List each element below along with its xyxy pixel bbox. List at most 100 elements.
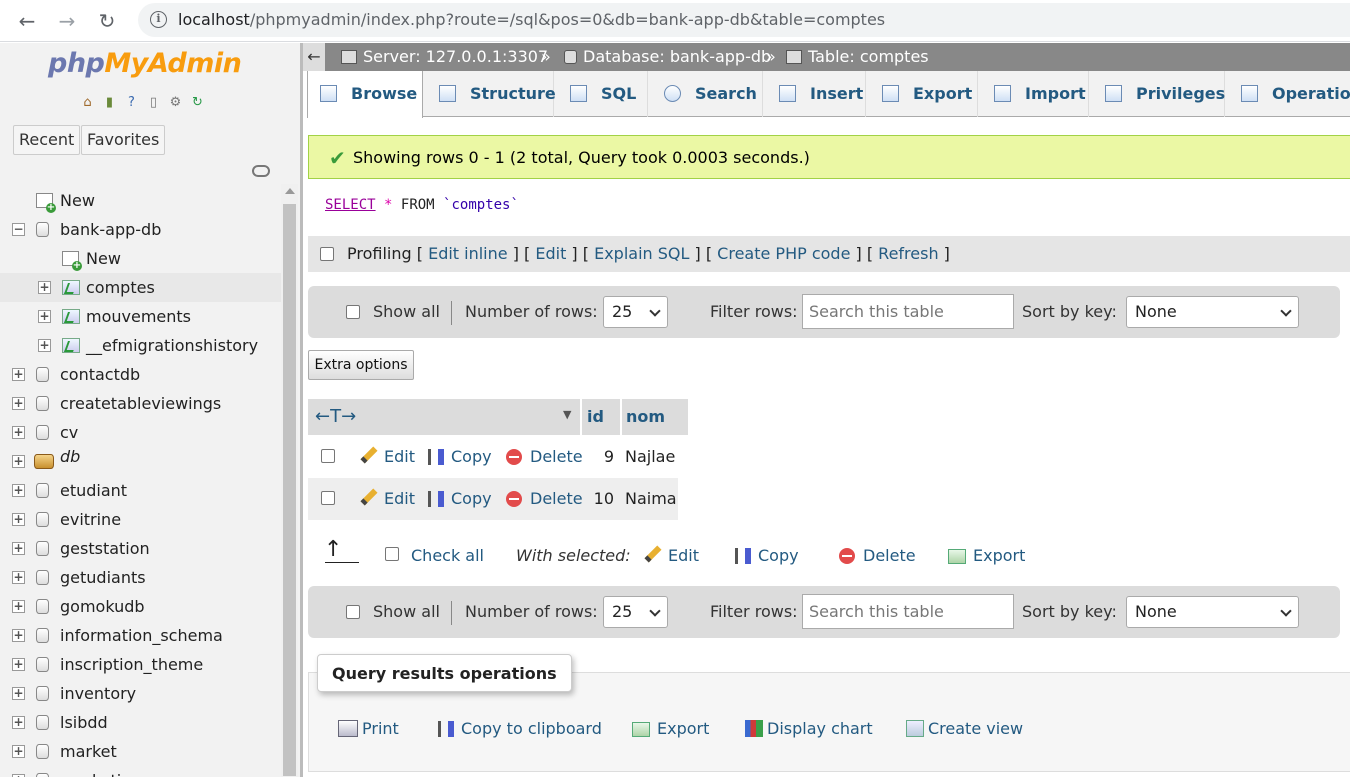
- check-all-label[interactable]: Check all: [411, 536, 484, 576]
- breadcrumb-table[interactable]: Table: comptes: [786, 43, 929, 71]
- expand-icon[interactable]: +: [12, 571, 25, 584]
- tree-item-cv[interactable]: + cv: [0, 418, 282, 447]
- tab-insert[interactable]: Insert: [763, 71, 866, 117]
- tab-sql[interactable]: SQL: [554, 71, 648, 117]
- cell-nom[interactable]: Naima: [625, 478, 677, 520]
- expand-icon[interactable]: +: [38, 310, 51, 323]
- tab-import[interactable]: Import: [978, 71, 1089, 117]
- documentation-icon[interactable]: ▯: [144, 93, 163, 112]
- tree-item-new[interactable]: New: [0, 186, 282, 215]
- tree-item-lsibdd[interactable]: + lsibdd: [0, 708, 282, 737]
- tree-item-contactdb[interactable]: + contactdb: [0, 360, 282, 389]
- check-all-checkbox[interactable]: [385, 547, 399, 561]
- tree-item-getudiants[interactable]: + getudiants: [0, 563, 282, 592]
- expand-icon[interactable]: +: [12, 426, 25, 439]
- number-of-rows-select[interactable]: 25: [603, 296, 668, 328]
- scroll-up-arrow-icon[interactable]: [285, 188, 295, 194]
- tree-item-db[interactable]: + db: [0, 447, 282, 476]
- number-of-rows-select[interactable]: 25: [603, 596, 668, 628]
- row-delete-button[interactable]: Delete: [506, 436, 583, 478]
- url-text[interactable]: localhost/phpmyadmin/index.php?route=/sq…: [178, 10, 885, 29]
- show-all-label[interactable]: Show all: [373, 286, 440, 338]
- row-delete-button[interactable]: Delete: [506, 478, 583, 520]
- tab-operations[interactable]: Operation: [1225, 71, 1350, 117]
- tab-search[interactable]: Search: [648, 71, 763, 117]
- show-all-checkbox[interactable]: [346, 305, 360, 319]
- panel-splitter[interactable]: [300, 43, 303, 777]
- filter-rows-input[interactable]: Search this table: [802, 294, 1014, 329]
- expand-icon[interactable]: +: [38, 339, 51, 352]
- print-button[interactable]: Print: [338, 716, 399, 742]
- home-icon[interactable]: ⌂: [78, 93, 97, 112]
- bulk-delete-button[interactable]: Delete: [839, 536, 916, 576]
- expand-icon[interactable]: +: [12, 745, 25, 758]
- expand-icon[interactable]: +: [38, 281, 51, 294]
- expand-icon[interactable]: +: [12, 397, 25, 410]
- phpmyadmin-logo[interactable]: phpMyAdmin: [48, 48, 242, 79]
- tree-item-information-schema[interactable]: + information_schema: [0, 621, 282, 650]
- breadcrumb-database[interactable]: Database: bank-app-db: [564, 43, 771, 71]
- extra-options-button[interactable]: Extra options: [308, 350, 414, 380]
- settings-gear-icon[interactable]: ⚙: [166, 93, 185, 112]
- expand-icon[interactable]: +: [12, 716, 25, 729]
- tree-item-new[interactable]: New: [0, 244, 282, 273]
- edit-inline-link[interactable]: Edit inline: [428, 244, 508, 263]
- logout-icon[interactable]: ▮: [100, 93, 119, 112]
- sort-by-key-select[interactable]: None: [1126, 596, 1299, 628]
- column-arrows-header[interactable]: ←T→ ▼: [308, 399, 580, 435]
- navigation-scrollbar[interactable]: [281, 184, 298, 777]
- show-all-checkbox[interactable]: [346, 605, 360, 619]
- link-with-main-panel-icon[interactable]: [252, 165, 270, 177]
- expand-icon[interactable]: +: [12, 629, 25, 642]
- bulk-export-button[interactable]: Export: [948, 536, 1025, 576]
- tree-item-marketipa[interactable]: +marketipa: [0, 766, 282, 777]
- expand-icon[interactable]: +: [12, 600, 25, 613]
- sql-query-text[interactable]: SELECT * FROM `comptes`: [325, 197, 519, 213]
- tree-item-createtableviewings[interactable]: + createtableviewings: [0, 389, 282, 418]
- tree-item--efmigrationshistory[interactable]: + __efmigrationshistory: [0, 331, 282, 360]
- bulk-copy-button[interactable]: Copy: [735, 536, 799, 576]
- row-edit-button[interactable]: Edit: [360, 436, 415, 478]
- collapse-icon[interactable]: −: [12, 223, 25, 236]
- expand-icon[interactable]: +: [12, 455, 25, 468]
- copy-to-clipboard-button[interactable]: Copy to clipboard: [438, 716, 602, 742]
- site-info-icon[interactable]: i: [150, 11, 167, 28]
- scrollbar-thumb[interactable]: [283, 204, 296, 776]
- reload-icon[interactable]: ↻: [92, 6, 122, 36]
- cell-id[interactable]: 10: [594, 478, 614, 520]
- back-arrow-icon[interactable]: ←: [12, 6, 42, 36]
- recent-tab[interactable]: Recent: [13, 125, 81, 155]
- sort-by-key-select[interactable]: None: [1126, 296, 1299, 328]
- cell-nom[interactable]: Najlae: [625, 436, 675, 478]
- help-icon[interactable]: ?: [122, 93, 141, 112]
- row-edit-button[interactable]: Edit: [360, 478, 415, 520]
- tree-item-etudiant[interactable]: + etudiant: [0, 476, 282, 505]
- expand-icon[interactable]: +: [12, 687, 25, 700]
- cell-id[interactable]: 9: [604, 436, 614, 478]
- tree-item-bank-app-db[interactable]: − bank-app-db: [0, 215, 282, 244]
- row-copy-button[interactable]: Copy: [428, 436, 492, 478]
- tab-privileges[interactable]: Privileges: [1089, 71, 1225, 117]
- explain-sql-link[interactable]: Explain SQL: [594, 244, 689, 263]
- tab-structure[interactable]: Structure: [423, 71, 556, 117]
- collapse-panel-icon[interactable]: ←: [303, 43, 325, 71]
- expand-icon[interactable]: +: [12, 513, 25, 526]
- tree-item-inventory[interactable]: + inventory: [0, 679, 282, 708]
- reload-navigation-icon[interactable]: ↻: [188, 93, 207, 112]
- tree-item-gomokudb[interactable]: + gomokudb: [0, 592, 282, 621]
- row-checkbox[interactable]: [321, 491, 335, 505]
- forward-arrow-icon[interactable]: →: [52, 6, 82, 36]
- expand-icon[interactable]: +: [12, 368, 25, 381]
- edit-query-link[interactable]: Edit: [535, 244, 566, 263]
- row-copy-button[interactable]: Copy: [428, 478, 492, 520]
- tree-item-geststation[interactable]: + geststation: [0, 534, 282, 563]
- row-checkbox[interactable]: [321, 449, 335, 463]
- tab-export[interactable]: Export: [866, 71, 978, 117]
- tree-item-inscription-theme[interactable]: + inscription_theme: [0, 650, 282, 679]
- column-header-nom[interactable]: nom: [622, 399, 688, 435]
- tab-browse[interactable]: Browse: [307, 71, 423, 118]
- sort-triangle-icon[interactable]: ▼: [563, 397, 571, 433]
- favorites-tab[interactable]: Favorites: [81, 125, 166, 155]
- expand-icon[interactable]: +: [12, 658, 25, 671]
- create-php-code-link[interactable]: Create PHP code: [717, 244, 850, 263]
